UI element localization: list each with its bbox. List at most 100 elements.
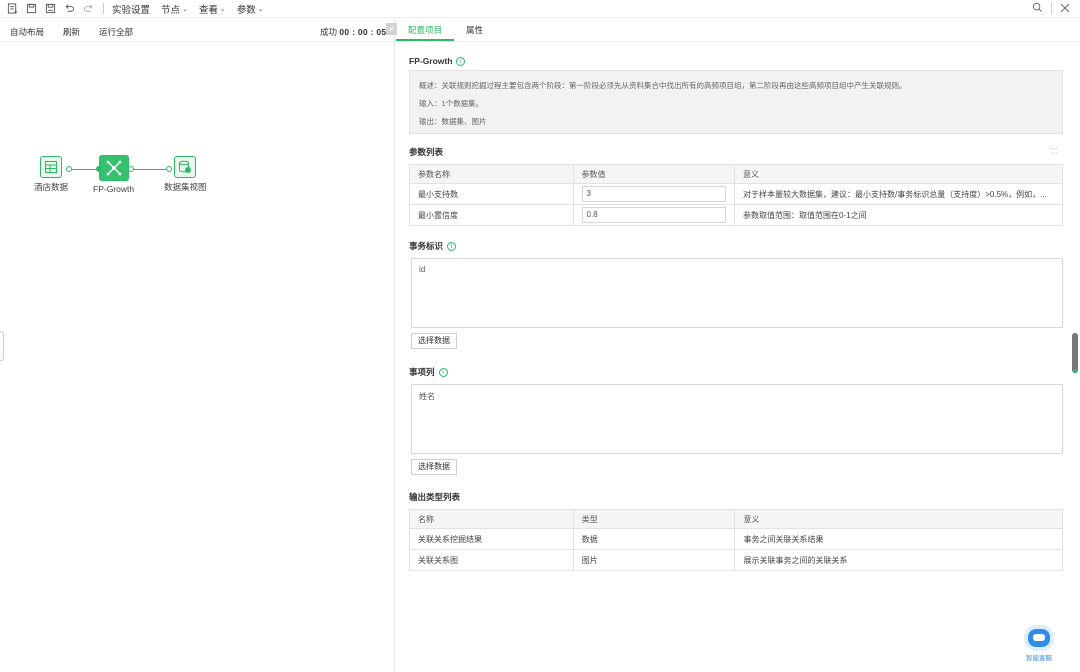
column-header: 意义 xyxy=(734,164,1063,184)
output-name: 关联关系挖掘结果 xyxy=(409,528,574,550)
info-icon[interactable]: i xyxy=(438,367,448,377)
chevron-down-icon: ⌄ xyxy=(257,5,264,13)
node-fp-growth[interactable]: FP-Growth xyxy=(93,155,134,194)
outputs-title: 输出类型列表 xyxy=(409,491,460,503)
status-time: 00 : 00 : 05 xyxy=(339,27,387,37)
new-icon[interactable] xyxy=(6,2,19,15)
param-name: 最小支持数 xyxy=(409,183,574,205)
canvas-actions: 自动布局 刷新 运行全部 xyxy=(10,26,133,38)
param-meaning: 对于样本量较大数据集，建议：最小支持数/事务标识总量（支持度）>0.5%，例如，… xyxy=(734,183,1063,205)
node-dataset-view[interactable]: 数据集视图 xyxy=(164,156,207,193)
section-label: 输出类型列表 xyxy=(409,492,461,502)
auto-layout-button[interactable]: 自动布局 xyxy=(10,26,44,38)
save-icon[interactable] xyxy=(25,2,38,15)
menu-label: 参数 xyxy=(236,4,256,16)
algorithm-title: FP-Growth i xyxy=(409,56,466,66)
save-as-icon[interactable] xyxy=(44,2,57,15)
output-meaning: 展示关联事务之间的关联关系 xyxy=(734,549,1063,571)
output-meaning: 事务之间关联关系结果 xyxy=(734,528,1063,550)
assistant-label: 智能客服 xyxy=(1026,655,1052,662)
params-title: 参数列表 xyxy=(409,146,443,158)
param-meaning: 参数取值范围：取值范围在0-1之间 xyxy=(734,204,1063,226)
min-confidence-input[interactable]: 0.8 xyxy=(581,207,727,223)
table-header: 参数名称 参数值 意义 xyxy=(409,164,1063,184)
input-port[interactable] xyxy=(166,166,172,172)
run-all-button[interactable]: 运行全部 xyxy=(99,26,133,38)
menu-node[interactable]: 节点 ⌄ xyxy=(161,2,188,16)
column-header: 意义 xyxy=(734,509,1063,529)
config-tabs: 配置项目 属性 xyxy=(396,19,1080,42)
toolbar-divider xyxy=(103,3,104,14)
node-label: FP-Growth xyxy=(93,184,135,194)
data-table-icon xyxy=(40,156,62,178)
output-type: 数据 xyxy=(572,528,736,550)
table-row: 最小置信度 0.8 参数取值范围：取值范围在0-1之间 xyxy=(409,204,1063,226)
node-label: 酒店数据 xyxy=(34,182,69,192)
outputs-table: 名称 类型 意义 关联关系挖掘结果 数据 事务之间关联关系结果 关联关系图 图片… xyxy=(409,509,1063,571)
scrollbar[interactable] xyxy=(1072,333,1078,373)
chevron-down-icon: ⌄ xyxy=(182,5,188,13)
info-icon[interactable]: i xyxy=(456,56,466,66)
tab-config-items[interactable]: 配置项目 xyxy=(396,19,455,41)
divider xyxy=(1051,3,1052,14)
select-data-button[interactable]: 选择数据 xyxy=(411,333,457,349)
section-label: 事务标识 xyxy=(409,241,444,251)
column-header: 类型 xyxy=(572,509,736,529)
column-header: 参数值 xyxy=(572,164,736,184)
expand-icon[interactable]: ⛶ xyxy=(1051,147,1057,157)
algorithm-description: 概述：关联规则挖掘过程主要包含两个阶段：第一阶段必须先从资料集合中找出所有的高频… xyxy=(409,70,1063,134)
node-label: 数据集视图 xyxy=(164,182,207,192)
chevron-down-icon: ⌄ xyxy=(219,5,226,13)
run-status: 成功 00 : 00 : 05 xyxy=(320,26,386,38)
refresh-button[interactable]: 刷新 xyxy=(63,26,80,38)
item-column-field[interactable]: 姓名 xyxy=(411,384,1063,454)
menu-label: 节点 xyxy=(161,4,181,16)
transaction-id-title: 事务标识 i xyxy=(409,240,457,252)
min-support-input[interactable]: 3 xyxy=(581,186,727,202)
output-type: 图片 xyxy=(572,549,736,571)
input-port[interactable] xyxy=(96,166,102,172)
assistant-widget[interactable]: 智能客服 xyxy=(1026,629,1052,662)
table-row: 最小支持数 3 对于样本量较大数据集，建议：最小支持数/事务标识总量（支持度）>… xyxy=(409,183,1063,205)
menu-params[interactable]: 参数 ⌄ xyxy=(237,2,264,16)
node-hotel-data[interactable]: 酒店数据 xyxy=(34,156,68,193)
params-table: 参数名称 参数值 意义 最小支持数 3 对于样本量较大数据集，建议：最小支持数/… xyxy=(409,164,1063,226)
output-port[interactable] xyxy=(128,166,134,172)
param-name: 最小置信度 xyxy=(409,204,574,226)
menu-view[interactable]: 查看 ⌄ xyxy=(199,2,226,16)
menu-label: 查看 xyxy=(198,4,218,16)
table-row: 关联关系图 图片 展示关联事务之间的关联关系 xyxy=(409,549,1063,571)
output-port[interactable] xyxy=(66,166,72,172)
output-name: 关联关系图 xyxy=(409,549,574,571)
undo-icon[interactable] xyxy=(63,2,76,15)
description-input: 输入：1个数据集。 xyxy=(419,99,484,108)
top-toolbar: 实验设置 节点 ⌄ 查看 ⌄ 参数 ⌄ xyxy=(0,0,1080,18)
param-value-cell: 3 xyxy=(572,183,736,205)
search-icon[interactable] xyxy=(1032,2,1043,15)
transaction-id-field[interactable]: id xyxy=(411,258,1063,328)
algorithm-name: FP-Growth xyxy=(409,56,453,66)
status-label: 成功 xyxy=(320,27,338,37)
dataset-view-icon xyxy=(174,156,197,178)
table-header: 名称 类型 意义 xyxy=(409,509,1063,529)
table-row: 关联关系挖掘结果 数据 事务之间关联关系结果 xyxy=(409,528,1063,550)
close-icon[interactable] xyxy=(1060,3,1070,15)
menu-label: 实验设置 xyxy=(112,4,151,16)
menu-experiment-settings[interactable]: 实验设置 xyxy=(112,2,150,16)
tab-properties[interactable]: 属性 xyxy=(454,19,495,41)
info-icon[interactable]: i xyxy=(447,241,457,251)
fp-growth-icon xyxy=(98,155,129,181)
redo-icon[interactable] xyxy=(82,2,95,15)
section-label: 参数列表 xyxy=(409,147,444,157)
section-label: 事项列 xyxy=(409,367,435,377)
item-column-title: 事项列 i xyxy=(409,366,448,378)
config-panel: 配置项目 属性 FP-Growth i 概述：关联规则挖掘过程主要包含两个阶段：… xyxy=(396,19,1080,672)
select-data-button[interactable]: 选择数据 xyxy=(411,459,457,475)
canvas-panel: 自动布局 刷新 运行全部 成功 00 : 00 : 05 × 酒店数据 FP-G… xyxy=(0,19,397,672)
description-overview: 概述：关联规则挖掘过程主要包含两个阶段：第一阶段必须先从资料集合中找出所有的高频… xyxy=(419,81,907,90)
column-header: 名称 xyxy=(409,509,574,529)
param-value-cell: 0.8 xyxy=(572,204,736,226)
toolbar-right xyxy=(1032,2,1070,15)
divider xyxy=(0,41,395,42)
panel-resize-handle[interactable] xyxy=(0,331,4,361)
